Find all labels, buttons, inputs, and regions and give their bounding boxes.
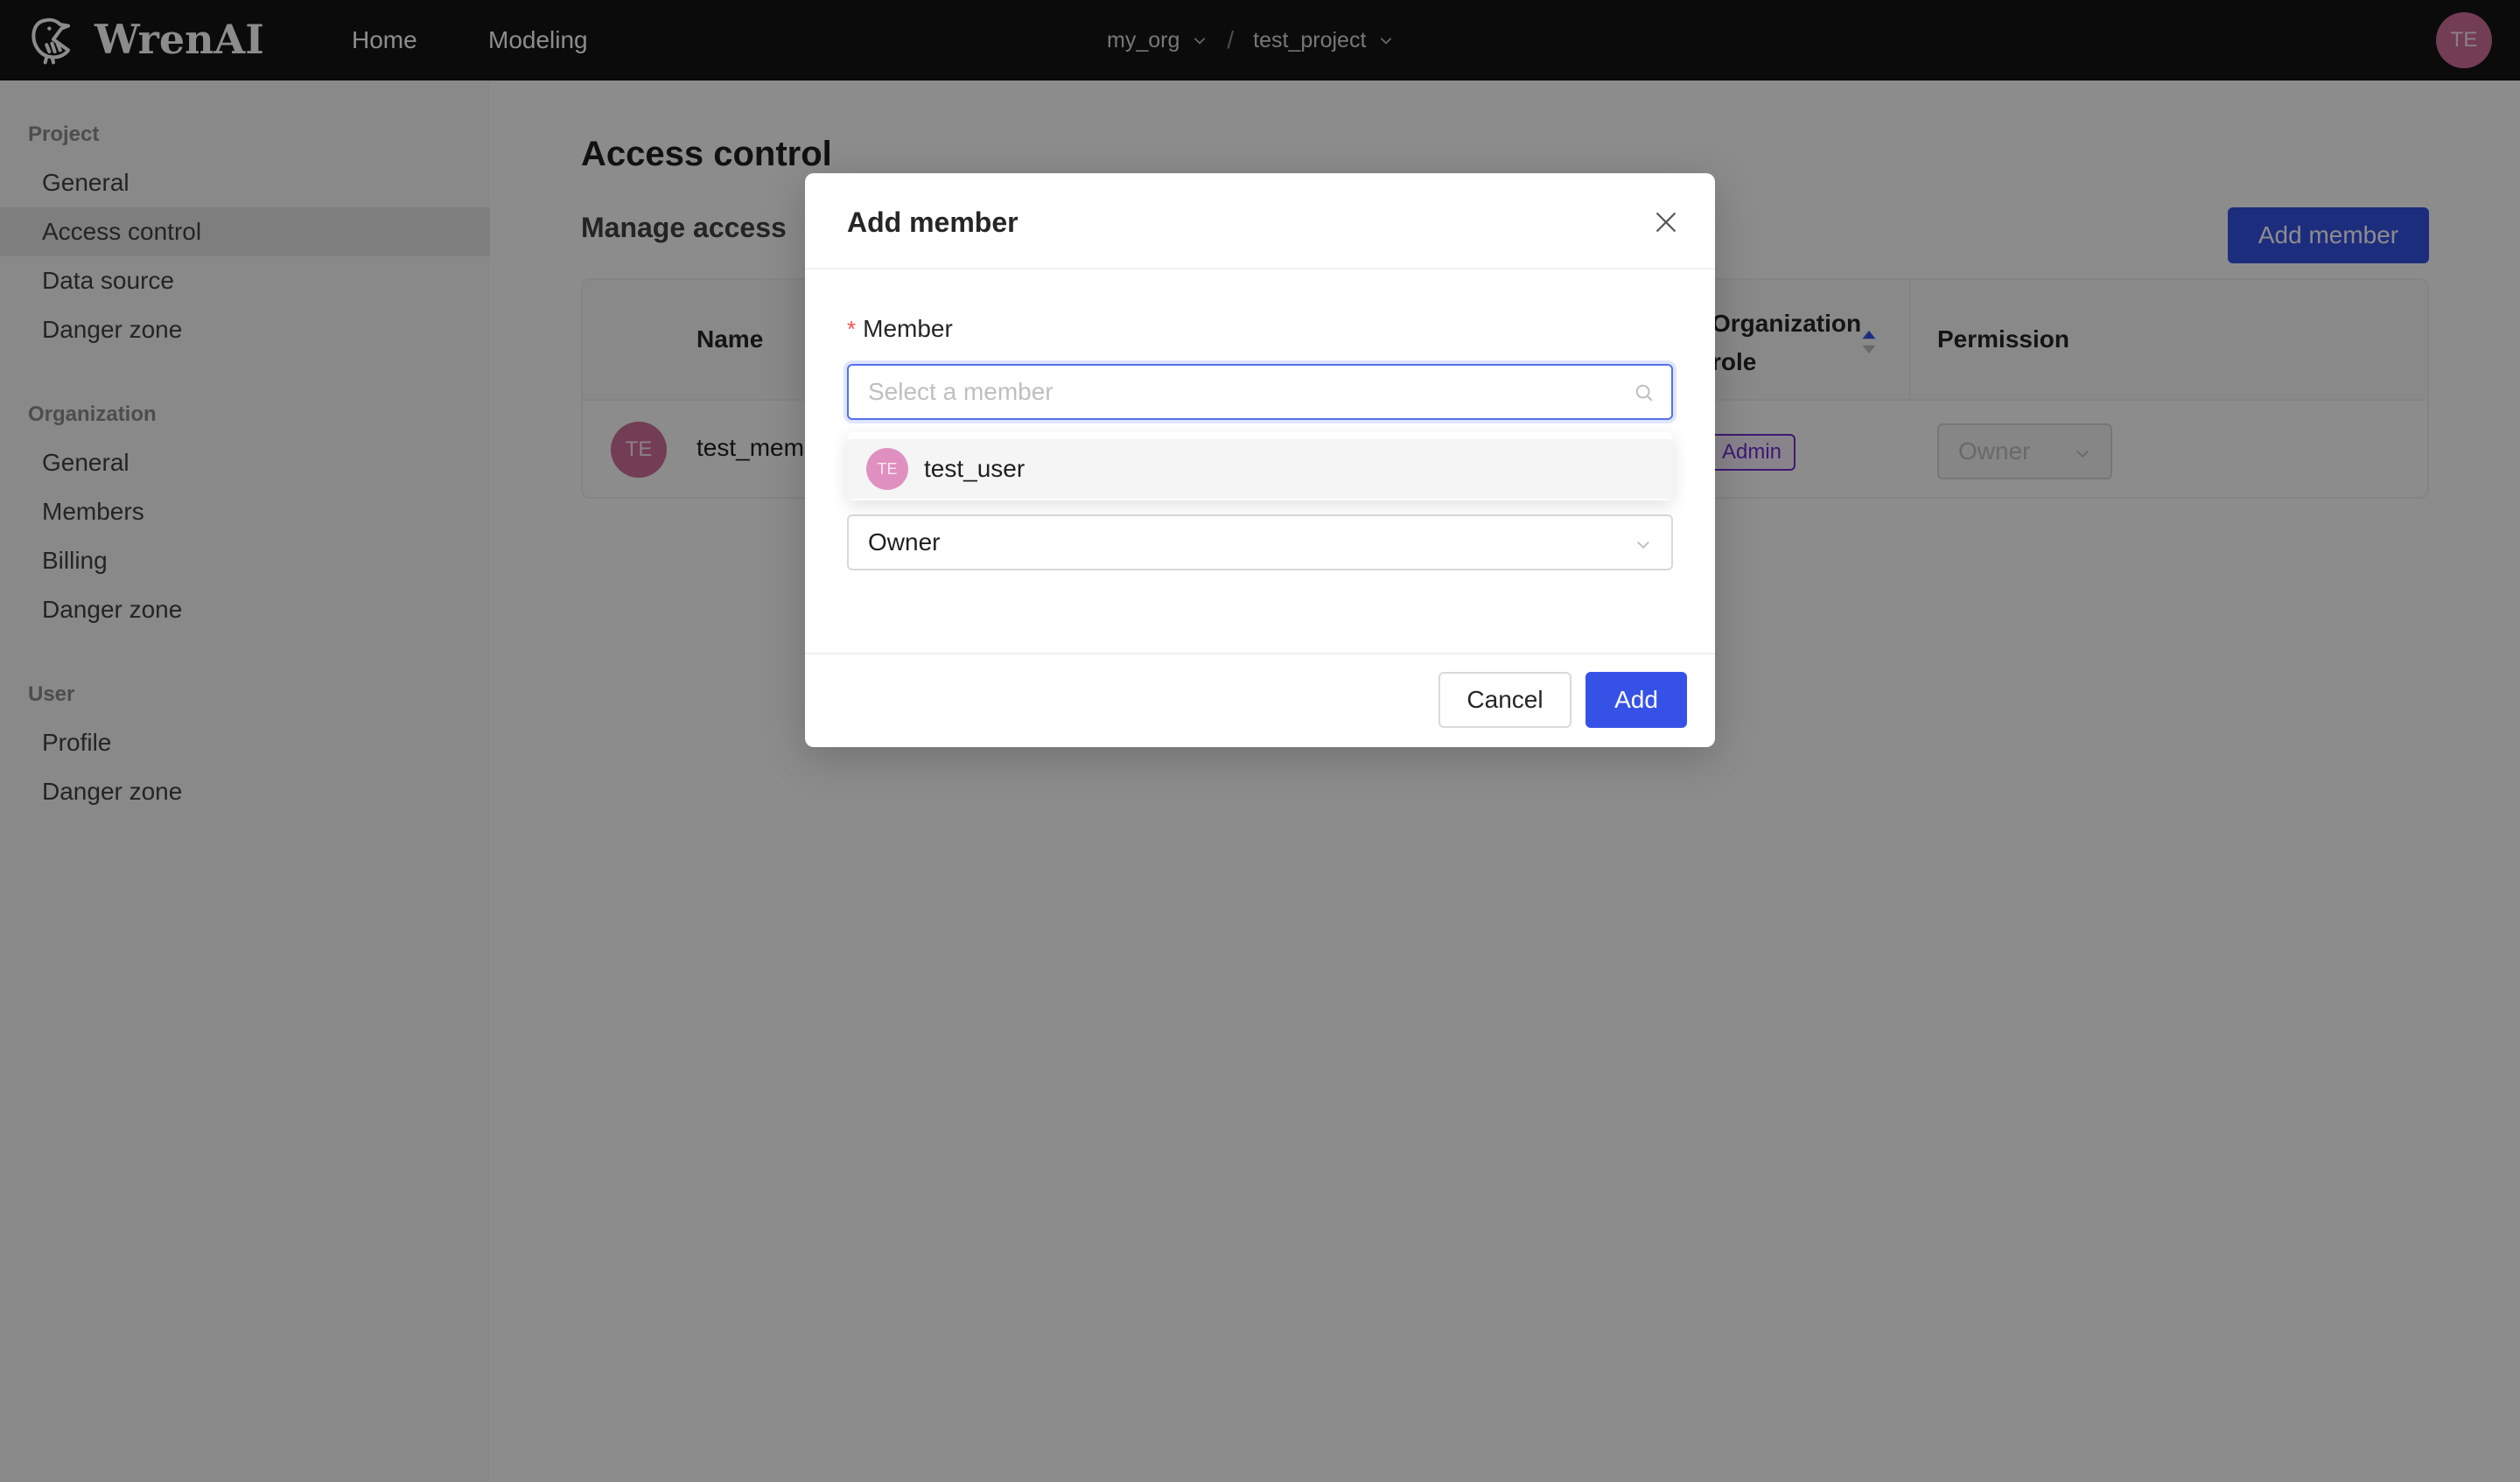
dropdown-option[interactable]: TE test_user bbox=[847, 439, 1673, 499]
add-button[interactable]: Add bbox=[1586, 672, 1687, 728]
dialog-header: Add member bbox=[805, 173, 1715, 269]
member-select-input[interactable]: Select a member bbox=[847, 364, 1673, 420]
permission-value: Owner bbox=[868, 528, 941, 556]
member-dropdown: TE test_user bbox=[847, 432, 1673, 500]
close-button[interactable] bbox=[1648, 205, 1684, 240]
close-icon bbox=[1656, 212, 1676, 233]
cancel-button[interactable]: Cancel bbox=[1438, 672, 1572, 728]
member-label-text: Member bbox=[863, 315, 953, 342]
search-icon bbox=[1635, 384, 1653, 402]
member-placeholder: Select a member bbox=[868, 378, 1054, 405]
required-mark: * bbox=[847, 316, 857, 342]
add-member-dialog: Add member * Member Select a member TE te… bbox=[805, 173, 1715, 747]
chevron-down-icon bbox=[1637, 541, 1649, 549]
option-label: test_user bbox=[924, 455, 1026, 482]
dialog-title: Add member bbox=[847, 206, 1018, 238]
member-field-label: * Member bbox=[847, 315, 953, 343]
permission-select[interactable]: Owner bbox=[847, 514, 1673, 570]
avatar: TE bbox=[866, 448, 908, 490]
dialog-footer: Cancel Add bbox=[805, 653, 1715, 747]
